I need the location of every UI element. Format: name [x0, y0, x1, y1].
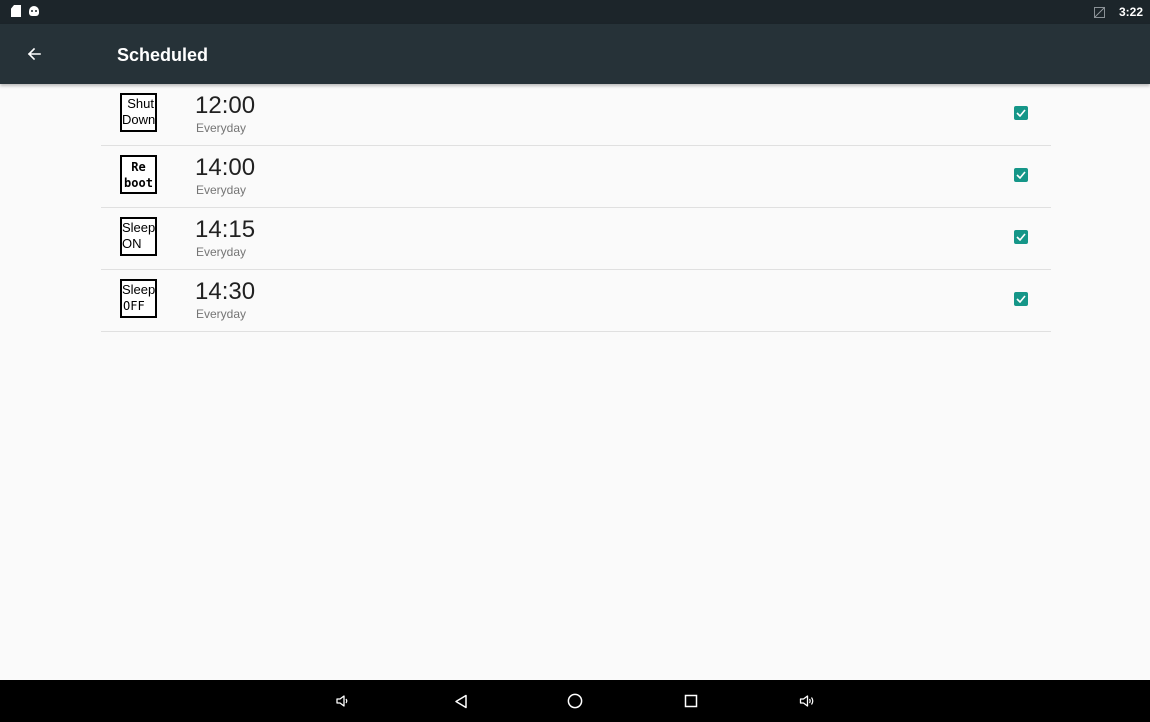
- schedule-row-reboot[interactable]: Re boot 14:00 Everyday: [101, 146, 1051, 208]
- schedule-list: Shut Down 12:00 Everyday Re boot 14:00 E…: [101, 84, 1051, 332]
- check-icon: [1016, 171, 1026, 179]
- sleep-off-icon: Sleep OFF: [120, 279, 157, 318]
- nav-recents-button[interactable]: [679, 689, 703, 713]
- schedule-time: 14:15: [195, 216, 256, 243]
- schedule-row-sleep-on[interactable]: Sleep ON 14:15 Everyday: [101, 208, 1051, 270]
- schedule-enabled-checkbox[interactable]: [1014, 168, 1028, 182]
- sleep-on-icon: Sleep ON: [120, 217, 157, 256]
- volume-down-icon: [336, 695, 348, 707]
- schedule-repeat: Everyday: [196, 307, 247, 321]
- navigation-bar: [0, 680, 1150, 722]
- status-bar: 3:22: [0, 0, 1150, 24]
- schedule-enabled-checkbox[interactable]: [1014, 292, 1028, 306]
- icon-line-1: Shut: [127, 96, 154, 111]
- icon-line-1: Sleep: [122, 220, 156, 235]
- icon-line-2: OFF: [123, 299, 145, 313]
- android-debug-icon: [29, 6, 39, 16]
- icon-line-2: ON: [122, 236, 142, 251]
- check-icon: [1016, 109, 1026, 117]
- schedule-repeat: Everyday: [196, 121, 247, 135]
- volume-up-button[interactable]: [795, 689, 819, 713]
- schedule-time: 14:30: [195, 278, 256, 305]
- status-clock: 3:22: [1118, 5, 1143, 19]
- back-button[interactable]: [16, 36, 52, 72]
- volume-down-button[interactable]: [330, 689, 354, 713]
- shutdown-icon: Shut Down: [120, 93, 157, 132]
- status-left-icons: [11, 5, 39, 17]
- app-bar: Scheduled: [0, 24, 1150, 84]
- check-icon: [1016, 233, 1026, 241]
- nav-home-button[interactable]: [563, 689, 587, 713]
- schedule-repeat: Everyday: [196, 245, 247, 259]
- icon-line-2: boot: [124, 176, 153, 190]
- schedule-row-sleep-off[interactable]: Sleep OFF 14:30 Everyday: [101, 270, 1051, 332]
- arrow-back-icon: [27, 47, 41, 61]
- schedule-enabled-checkbox[interactable]: [1014, 230, 1028, 244]
- check-icon: [1016, 295, 1026, 303]
- reboot-icon: Re boot: [120, 155, 157, 194]
- icon-line-1: Sleep: [122, 282, 156, 297]
- schedule-row-shutdown[interactable]: Shut Down 12:00 Everyday: [101, 84, 1051, 146]
- status-right: 3:22: [1093, 0, 1143, 24]
- schedule-enabled-checkbox[interactable]: [1014, 106, 1028, 120]
- back-triangle-icon: [455, 694, 467, 708]
- page-title: Scheduled: [117, 45, 209, 65]
- icon-line-2: Down: [122, 112, 156, 127]
- nav-back-button[interactable]: [449, 689, 473, 713]
- volume-up-icon: [799, 695, 814, 707]
- schedule-time: 14:00: [195, 154, 256, 181]
- no-signal-icon: [1093, 6, 1105, 18]
- sd-card-icon: [11, 5, 21, 17]
- schedule-repeat: Everyday: [196, 183, 247, 197]
- home-circle-icon: [567, 693, 583, 709]
- recents-square-icon: [684, 694, 698, 708]
- schedule-time: 12:00: [195, 92, 256, 119]
- icon-line-1: Re: [131, 160, 146, 174]
